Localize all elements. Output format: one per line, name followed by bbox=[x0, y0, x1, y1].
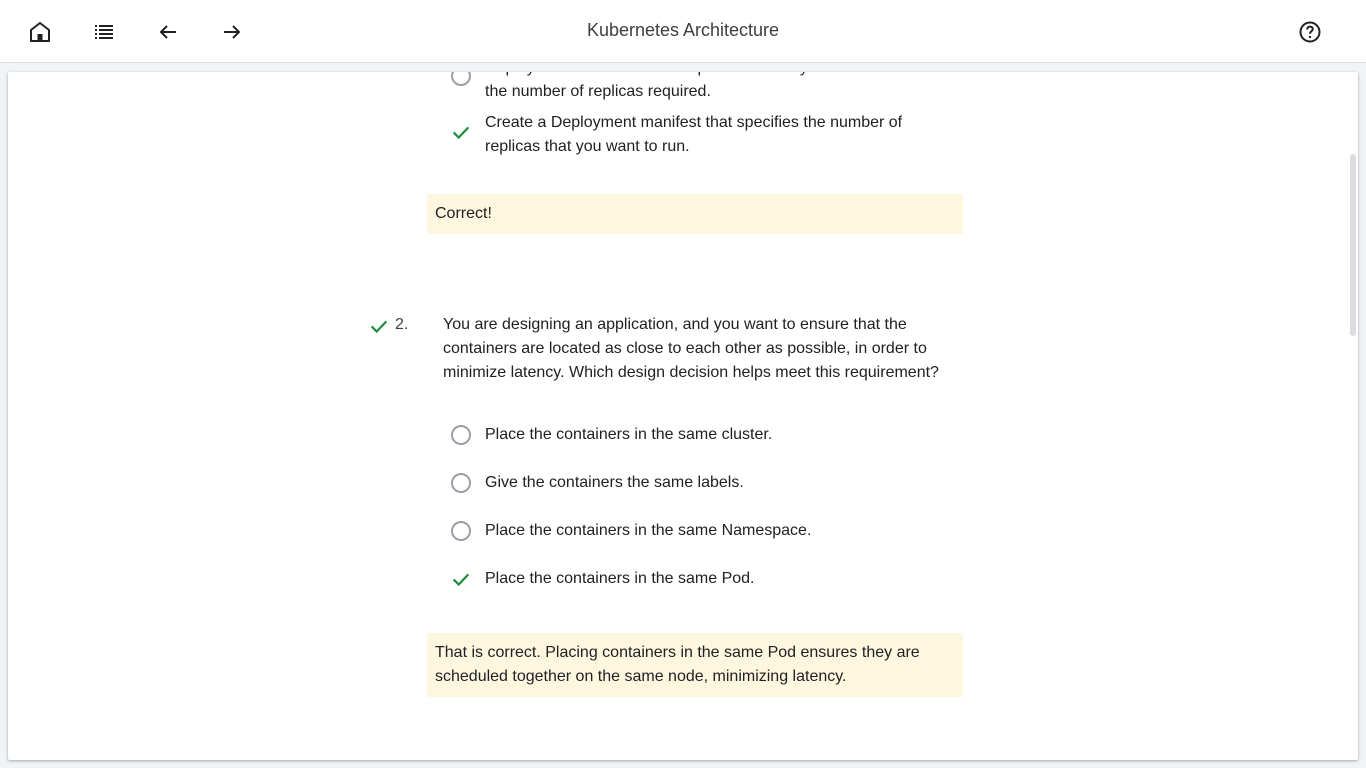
q1-option-2-check-icon bbox=[450, 121, 472, 143]
q1-option-1-radio[interactable] bbox=[451, 72, 471, 86]
q2-question-text: You are designing an application, and yo… bbox=[443, 316, 939, 381]
q2-option-2-text[interactable]: Give the containers the same labels. bbox=[485, 471, 744, 495]
q2-option-4-text[interactable]: Place the containers in the same Pod. bbox=[485, 567, 755, 591]
q2-option-3-radio[interactable] bbox=[451, 521, 471, 541]
q2-option-1-text[interactable]: Place the containers in the same cluster… bbox=[485, 423, 772, 447]
q2-option-3-text[interactable]: Place the containers in the same Namespa… bbox=[485, 519, 811, 543]
q2-feedback: That is correct. Placing containers in t… bbox=[427, 633, 963, 697]
q2-number: 2. bbox=[395, 316, 409, 333]
q1-option-1-text[interactable]: Deploy the Pod manifest multiple times u… bbox=[485, 72, 955, 104]
page-title: Kubernetes Architecture bbox=[586, 20, 780, 40]
help-button[interactable] bbox=[1294, 16, 1326, 48]
q2-option-2-radio[interactable] bbox=[451, 473, 471, 493]
q1-feedback: Correct! bbox=[427, 194, 963, 234]
q2-option-4-check-icon bbox=[450, 568, 472, 590]
scrollbar-thumb[interactable] bbox=[1350, 154, 1356, 336]
help-icon bbox=[1299, 21, 1321, 43]
q1-option-2-text[interactable]: Create a Deployment manifest that specif… bbox=[485, 111, 945, 159]
quiz-content-card: Deploy the Pod manifest multiple times u… bbox=[8, 72, 1358, 760]
q2-status-check-icon bbox=[368, 315, 390, 337]
q2-option-1-radio[interactable] bbox=[451, 425, 471, 445]
top-app-bar: Kubernetes Architecture bbox=[0, 0, 1366, 63]
